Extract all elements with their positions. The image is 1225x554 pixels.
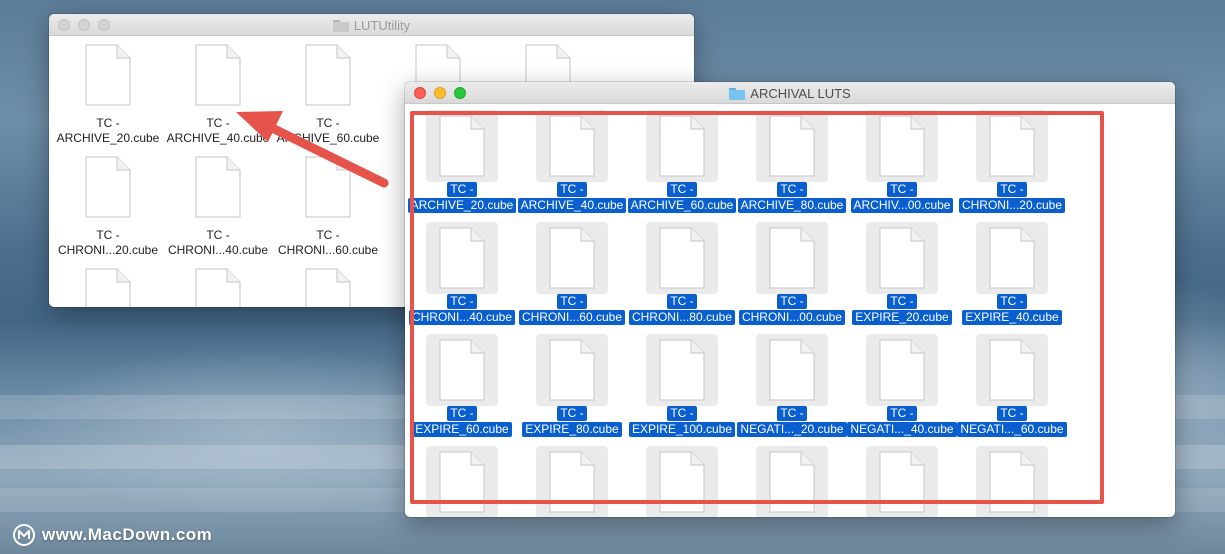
file-name-line2: CHRONI...40.cube	[167, 243, 269, 257]
file-name-line2: ARCHIVE_40.cube	[166, 131, 270, 145]
highlight-rectangle	[410, 111, 1104, 504]
file-item[interactable]: TC - ARCHIVE_60.cube	[273, 44, 383, 145]
file-item[interactable]	[53, 268, 163, 307]
document-icon	[85, 268, 131, 307]
site-watermark: www.MacDown.com	[12, 523, 212, 547]
document-icon	[85, 156, 131, 223]
folder-icon	[332, 19, 349, 32]
file-item[interactable]	[273, 268, 383, 307]
document-icon	[305, 44, 351, 111]
file-name-line1: TC -	[206, 228, 230, 242]
file-name-line1: TC -	[316, 228, 340, 242]
document-icon	[195, 156, 241, 223]
file-item[interactable]	[163, 268, 273, 307]
document-icon	[305, 268, 351, 307]
file-item[interactable]: TC - ARCHIVE_20.cube	[53, 44, 163, 145]
watermark-text: www.MacDown.com	[42, 525, 213, 544]
file-name-line2: CHRONI...20.cube	[57, 243, 159, 257]
lututility-titlebar[interactable]: LUTUtility	[49, 14, 694, 36]
macdown-logo-icon	[13, 524, 35, 546]
window-title: LUTUtility	[49, 18, 694, 33]
file-name-line2: ARCHIVE_20.cube	[56, 131, 160, 145]
file-item[interactable]: TC - CHRONI...40.cube	[163, 156, 273, 257]
document-icon	[195, 44, 241, 111]
window-title-text: ARCHIVAL LUTS	[750, 86, 851, 101]
file-name-line1: TC -	[96, 228, 120, 242]
file-item[interactable]: TC - CHRONI...60.cube	[273, 156, 383, 257]
window-title-text: LUTUtility	[353, 18, 411, 33]
folder-icon	[729, 87, 746, 100]
file-name-line2: ARCHIVE_60.cube	[276, 131, 380, 145]
document-icon	[85, 44, 131, 111]
file-name-line1: TC -	[206, 116, 230, 130]
file-name-line2: CHRONI...60.cube	[277, 243, 379, 257]
file-item[interactable]: TC - CHRONI...20.cube	[53, 156, 163, 257]
file-name-line1: TC -	[96, 116, 120, 130]
document-icon	[305, 156, 351, 223]
window-title: ARCHIVAL LUTS	[405, 86, 1175, 101]
archival-luts-titlebar[interactable]: ARCHIVAL LUTS	[405, 82, 1175, 104]
document-icon	[195, 268, 241, 307]
file-item[interactable]: TC - ARCHIVE_40.cube	[163, 44, 273, 145]
file-name-line1: TC -	[316, 116, 340, 130]
